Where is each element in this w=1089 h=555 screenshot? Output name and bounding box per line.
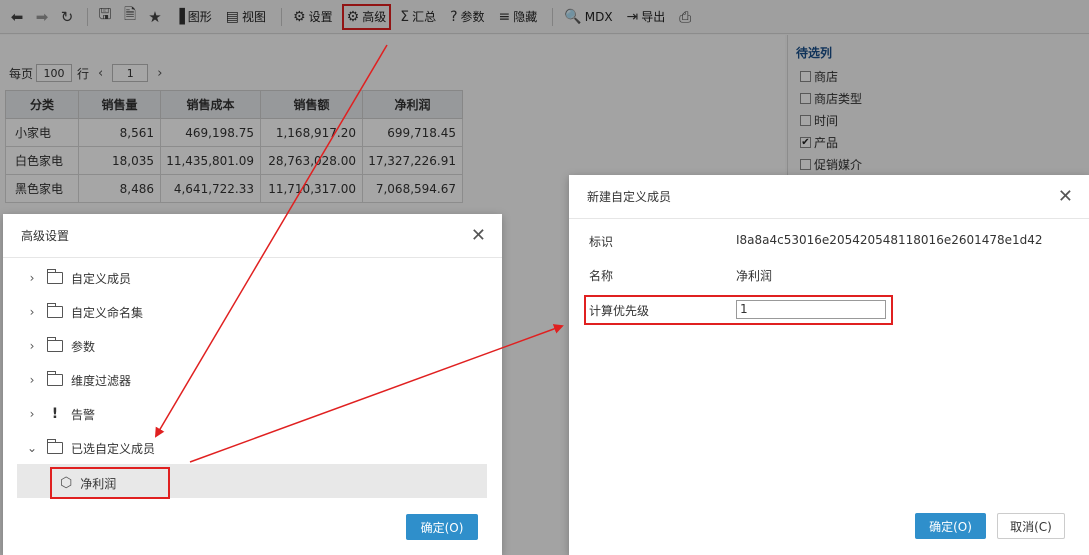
tree-item-label: 自定义命名集 <box>71 305 144 320</box>
folder-icon <box>47 303 63 318</box>
advanced-settings-dialog: 高级设置 ✕ › 自定义成员 › 自定义命名集 › 参数 › 维度过滤器 ›! 告警 ⌄ 已… <box>3 214 502 555</box>
dialog-header: 高级设置 ✕ <box>3 214 502 258</box>
folder-icon <box>47 337 63 352</box>
dialog-title: 新建自定义成员 <box>587 190 672 204</box>
tree-item-params[interactable]: › 参数 <box>3 334 502 358</box>
tree-item-label: 维度过滤器 <box>71 373 132 388</box>
chevron-right-icon[interactable]: › <box>25 373 39 387</box>
tree-child-label: 净利润 <box>80 476 117 491</box>
tree-item-label: 已选自定义成员 <box>71 441 156 456</box>
ok-button[interactable]: 确定(O) <box>406 514 478 540</box>
id-label: 标识 <box>589 235 614 249</box>
tree-item-label: 告警 <box>71 407 96 422</box>
dialog-header: 新建自定义成员 ✕ <box>569 175 1089 219</box>
alert-icon: ! <box>51 406 59 422</box>
cube-icon: ⬡ <box>60 475 73 491</box>
tree-child-net-profit[interactable]: ⬡ 净利润 <box>50 467 170 499</box>
name-label: 名称 <box>589 269 614 283</box>
close-icon[interactable]: ✕ <box>1058 186 1073 207</box>
priority-input[interactable]: 1 <box>736 300 886 319</box>
priority-label: 计算优先级 <box>589 304 650 318</box>
close-icon[interactable]: ✕ <box>471 225 486 246</box>
tree-item-custom-named-sets[interactable]: › 自定义命名集 <box>3 300 502 324</box>
tree-item-label: 参数 <box>71 339 96 354</box>
tree-item-dimension-filter[interactable]: › 维度过滤器 <box>3 368 502 392</box>
ok-button[interactable]: 确定(O) <box>915 513 986 539</box>
chevron-right-icon[interactable]: › <box>25 407 39 421</box>
name-value: 净利润 <box>736 269 773 283</box>
tree-item-alert[interactable]: ›! 告警 <box>3 402 502 426</box>
id-value: I8a8a4c53016e205420548118016e2601478e1d4… <box>736 233 1043 247</box>
folder-icon <box>47 371 63 386</box>
chevron-right-icon[interactable]: › <box>25 339 39 353</box>
dialog-title: 高级设置 <box>21 229 70 243</box>
tree-item-label: 自定义成员 <box>71 271 132 286</box>
chevron-right-icon[interactable]: › <box>25 305 39 319</box>
folder-icon <box>47 269 63 284</box>
chevron-down-icon[interactable]: ⌄ <box>25 441 39 455</box>
new-custom-member-dialog: 新建自定义成员 ✕ 标识 I8a8a4c53016e20542054811801… <box>569 175 1089 555</box>
tree-item-custom-members[interactable]: › 自定义成员 <box>3 266 502 290</box>
folder-icon <box>47 439 63 454</box>
chevron-right-icon[interactable]: › <box>25 271 39 285</box>
tree-item-selected-custom-members[interactable]: ⌄ 已选自定义成员 <box>3 436 502 460</box>
cancel-button[interactable]: 取消(C) <box>997 513 1065 539</box>
